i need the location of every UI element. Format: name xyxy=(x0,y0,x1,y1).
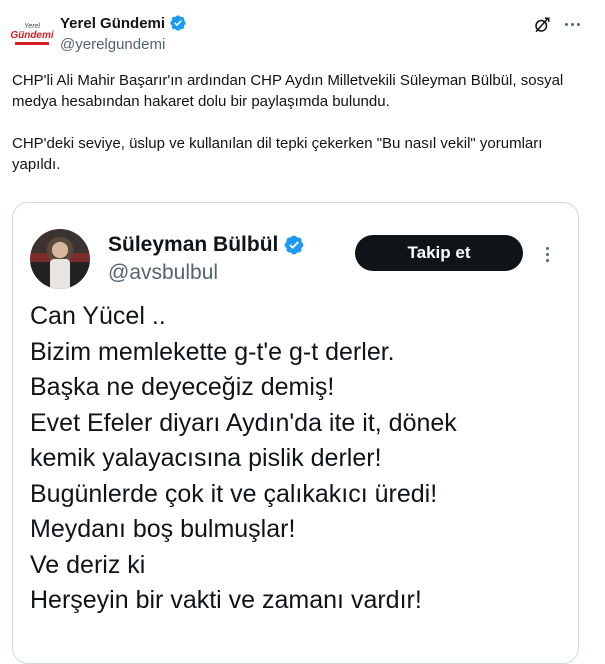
logo-text-top: Yerel xyxy=(24,23,40,30)
logo-bar xyxy=(15,42,49,45)
embedded-avatar xyxy=(30,229,90,289)
embedded-text-line: kemik yalayacısına pislik derler! xyxy=(30,444,382,472)
tweet-paragraph: CHP'li Ali Mahir Başarır'ın ardından CHP… xyxy=(12,72,564,110)
tweet-text: CHP'li Ali Mahir Başarır'ın ardından CHP… xyxy=(12,70,592,175)
more-icon[interactable] xyxy=(559,14,585,34)
embedded-text-line: Can Yücel .. xyxy=(30,302,166,330)
tweet-paragraph: CHP'deki seviye, üslup ve kullanılan dil… xyxy=(12,135,543,173)
embedded-tweet-text: Can Yücel .. Bizim memlekette g-t'e g-t d… xyxy=(30,299,570,619)
grok-icon[interactable] xyxy=(533,16,551,34)
embedded-text-line: Bugünlerde çok it ve çalıkakıcı üredi! xyxy=(30,479,438,508)
embedded-text-line: Evet Efeler diyarı Aydın'da ite it, döne… xyxy=(30,408,457,437)
author-handle[interactable]: @yerelgundemi xyxy=(60,36,165,53)
embedded-tweet-image[interactable]: Süleyman Bülbül @avsbulbul Takip et Can … xyxy=(12,202,579,664)
embedded-author-handle: @avsbulbul xyxy=(108,261,219,284)
author-name[interactable]: Yerel Gündemi xyxy=(60,14,187,32)
author-name-text: Yerel Gündemi xyxy=(60,14,166,32)
embedded-text-line: Bizim memlekette g-t'e g-t derler. xyxy=(30,337,395,366)
embedded-text-line: Başka ne deyeceğiz demiş! xyxy=(30,373,335,401)
more-icon xyxy=(537,241,557,267)
embedded-text-line: Meydanı boş bulmuşlar! xyxy=(30,515,296,543)
verified-badge-icon xyxy=(284,235,304,255)
embedded-text-line: Herşeyin bir vakti ve zamanı vardır! xyxy=(30,586,422,614)
logo-text-bottom: Gündemi xyxy=(10,30,54,41)
embedded-text-line: Ve deriz ki xyxy=(30,550,146,579)
embedded-author-name: Süleyman Bülbül xyxy=(108,233,305,257)
account-avatar-logo[interactable]: Yerel Gündemi xyxy=(10,22,54,46)
verified-badge-icon xyxy=(170,15,186,31)
embedded-author-name-text: Süleyman Bülbül xyxy=(108,233,279,256)
follow-button: Takip et xyxy=(355,235,523,271)
